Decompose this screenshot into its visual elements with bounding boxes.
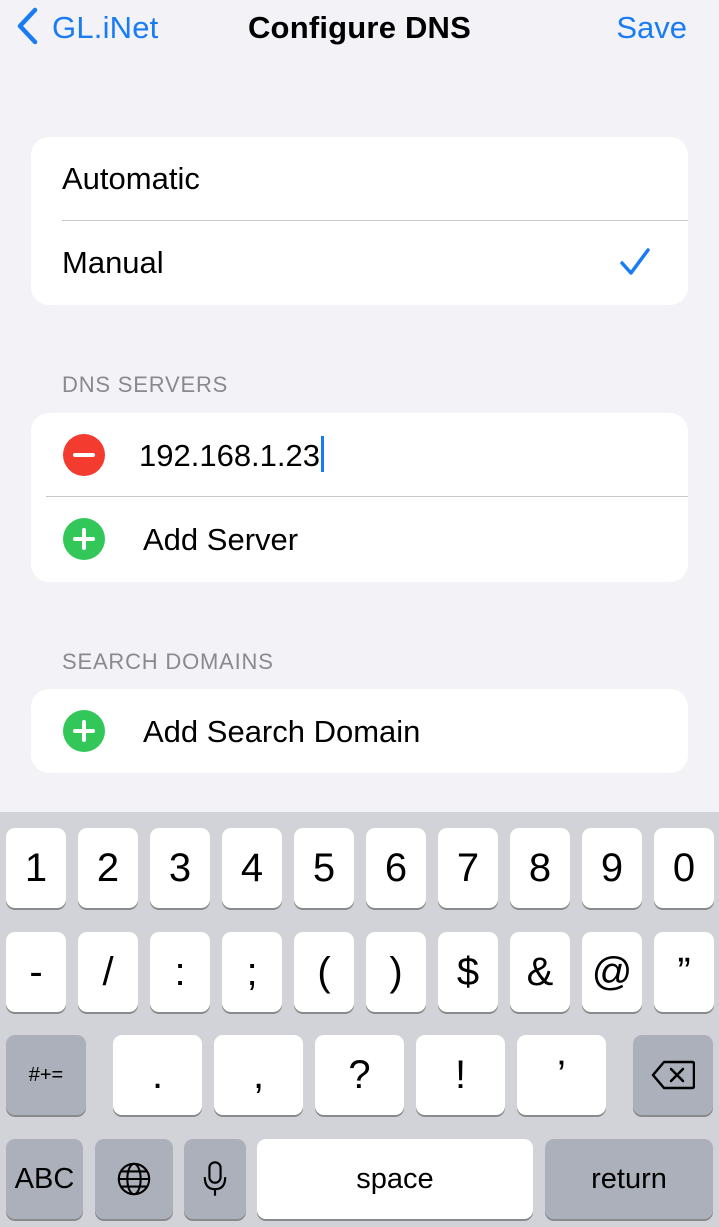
key-7[interactable]: 7 <box>438 828 498 908</box>
key-semicolon[interactable]: ; <box>222 932 282 1012</box>
key-comma[interactable]: , <box>214 1035 303 1115</box>
plus-icon <box>73 528 95 550</box>
key-1[interactable]: 1 <box>6 828 66 908</box>
key-ampersand[interactable]: & <box>510 932 570 1012</box>
search-domains-group: Add Search Domain <box>31 689 688 773</box>
add-search-domain-label: Add Search Domain <box>143 714 421 749</box>
key-hyphen[interactable]: - <box>6 932 66 1012</box>
add-server-row[interactable]: Add Server <box>31 497 688 581</box>
plus-icon <box>73 720 95 742</box>
key-abc[interactable]: ABC <box>6 1139 83 1219</box>
key-8[interactable]: 8 <box>510 828 570 908</box>
add-search-domain-row[interactable]: Add Search Domain <box>31 689 688 773</box>
save-button[interactable]: Save <box>616 10 687 46</box>
key-backspace[interactable] <box>633 1035 713 1115</box>
key-quote[interactable]: ” <box>654 932 714 1012</box>
dns-mode-group: Automatic Manual <box>31 137 688 305</box>
key-slash[interactable]: / <box>78 932 138 1012</box>
key-close-paren[interactable]: ) <box>366 932 426 1012</box>
add-server-label: Add Server <box>143 522 299 557</box>
key-more-symbols[interactable]: #+= <box>6 1035 86 1115</box>
page-title: Configure DNS <box>247 10 472 45</box>
key-dollar[interactable]: $ <box>438 932 498 1012</box>
checkmark-icon <box>618 245 652 279</box>
key-5[interactable]: 5 <box>294 828 354 908</box>
add-search-domain-button[interactable] <box>63 710 105 752</box>
key-question[interactable]: ? <box>315 1035 404 1115</box>
backspace-icon <box>651 1060 695 1090</box>
dns-server-value: 192.168.1.23 <box>139 438 321 473</box>
key-return[interactable]: return <box>545 1139 713 1219</box>
option-automatic[interactable]: Automatic <box>31 137 688 221</box>
option-automatic-label: Automatic <box>62 161 200 196</box>
key-0[interactable]: 0 <box>654 828 714 908</box>
key-3[interactable]: 3 <box>150 828 210 908</box>
add-server-button[interactable] <box>63 518 105 560</box>
key-2[interactable]: 2 <box>78 828 138 908</box>
navigation-bar: GL.iNet Configure DNS Save <box>0 0 719 60</box>
key-at[interactable]: @ <box>582 932 642 1012</box>
key-period[interactable]: . <box>113 1035 202 1115</box>
search-domains-header: SEARCH DOMAINS <box>62 649 274 674</box>
key-exclamation[interactable]: ! <box>416 1035 505 1115</box>
key-globe[interactable] <box>95 1139 173 1219</box>
key-6[interactable]: 6 <box>366 828 426 908</box>
keyboard: 1 2 3 4 5 6 7 8 9 0 - / : ; ( ) $ & @ ” … <box>0 812 719 1227</box>
minus-icon <box>73 453 95 457</box>
dns-server-input[interactable]: 192.168.1.23 <box>139 436 325 474</box>
key-open-paren[interactable]: ( <box>294 932 354 1012</box>
key-colon[interactable]: : <box>150 932 210 1012</box>
dns-server-row: 192.168.1.23 <box>31 413 688 497</box>
text-cursor <box>321 436 325 472</box>
dns-servers-group: 192.168.1.23 Add Server <box>31 413 688 582</box>
microphone-icon <box>202 1160 228 1198</box>
key-space[interactable]: space <box>257 1139 533 1219</box>
key-9[interactable]: 9 <box>582 828 642 908</box>
key-dictation[interactable] <box>184 1139 246 1219</box>
remove-server-button[interactable] <box>63 434 105 476</box>
option-manual-label: Manual <box>62 245 164 280</box>
key-4[interactable]: 4 <box>222 828 282 908</box>
dns-servers-header: DNS SERVERS <box>62 372 229 397</box>
key-apostrophe[interactable]: ’ <box>517 1035 606 1115</box>
option-manual[interactable]: Manual <box>31 221 688 305</box>
globe-icon <box>115 1160 153 1198</box>
